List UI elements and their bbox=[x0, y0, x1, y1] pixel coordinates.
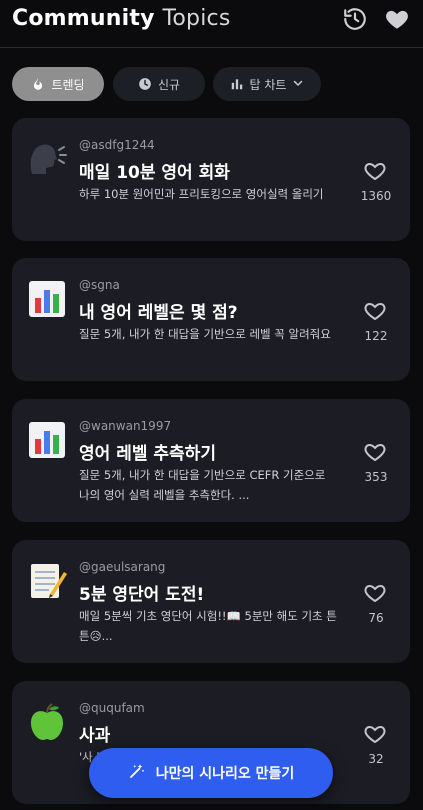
card-username[interactable]: @wanwan1997 bbox=[79, 419, 171, 433]
card-username[interactable]: @sgna bbox=[79, 278, 120, 292]
create-scenario-button[interactable]: 나만의 시나리오 만들기 bbox=[89, 748, 333, 798]
card-title: 5분 영단어 도전! bbox=[79, 585, 205, 605]
app-root: Community Topics 트렌딩 신규 탑 차트 @asdfg1244 … bbox=[0, 0, 423, 810]
filter-top-chart-label: 탑 차트 bbox=[249, 77, 287, 92]
heart-icon[interactable] bbox=[362, 722, 390, 748]
like-count: 76 bbox=[368, 611, 384, 625]
like-count: 122 bbox=[364, 329, 388, 343]
card-username[interactable]: @gaeulsarang bbox=[79, 560, 165, 574]
green-apple-icon bbox=[26, 701, 68, 743]
history-icon[interactable] bbox=[342, 6, 368, 32]
filter-new-label: 신규 bbox=[157, 77, 181, 92]
card-title: 영어 레벨 추측하기 bbox=[79, 444, 216, 464]
bar-chart-icon bbox=[230, 77, 244, 91]
bar-chart-icon bbox=[26, 278, 68, 320]
filter-top-chart-chip[interactable]: 탑 차트 bbox=[213, 67, 321, 101]
card-title: 매일 10분 영어 회화 bbox=[79, 163, 230, 183]
filter-new-chip[interactable]: 신규 bbox=[113, 67, 205, 101]
card-description: 질문 5개, 내가 한 대답을 기반으로 CEFR 기준으로 나의 영어 실력 … bbox=[79, 468, 326, 502]
card-description: 매일 5분씩 기초 영단어 시험!!📖 5분만 해도 기초 튼튼😥... bbox=[79, 609, 337, 643]
card-username[interactable]: @asdfg1244 bbox=[79, 138, 155, 152]
heart-icon[interactable] bbox=[362, 581, 390, 607]
topic-card[interactable]: @wanwan1997 영어 레벨 추측하기 질문 5개, 내가 한 대답을 기… bbox=[12, 399, 410, 522]
card-title: 사과 bbox=[79, 726, 111, 746]
magic-wand-icon bbox=[128, 762, 146, 784]
memo-icon bbox=[26, 560, 68, 602]
filter-trending-label: 트렌딩 bbox=[51, 77, 85, 92]
title-topics: Topics bbox=[162, 6, 231, 31]
heart-icon[interactable] bbox=[362, 299, 390, 325]
heart-icon[interactable] bbox=[362, 440, 390, 466]
topic-card[interactable]: @asdfg1244 매일 10분 영어 회화 하루 10분 원어민과 프리토킹… bbox=[12, 118, 410, 241]
heart-icon[interactable] bbox=[384, 6, 410, 32]
bar-chart-icon bbox=[26, 419, 68, 461]
chevron-down-icon bbox=[292, 77, 304, 92]
speaking-head-icon bbox=[26, 138, 68, 180]
like-count: 1360 bbox=[360, 189, 392, 203]
flame-icon bbox=[31, 77, 45, 91]
title-community: Community bbox=[12, 6, 155, 31]
heart-icon[interactable] bbox=[362, 159, 390, 185]
card-username[interactable]: @ququfam bbox=[79, 701, 145, 715]
like-count: 32 bbox=[368, 752, 384, 766]
card-description: 하루 10분 원어민과 프리토킹으로 영어실력 올리기 bbox=[79, 187, 324, 201]
header: Community Topics bbox=[0, 0, 423, 48]
card-title: 내 영어 레벨은 몇 점? bbox=[79, 303, 238, 323]
topic-card[interactable]: @sgna 내 영어 레벨은 몇 점? 질문 5개, 내가 한 대답을 기반으로… bbox=[12, 258, 410, 381]
topic-card[interactable]: @gaeulsarang 5분 영단어 도전! 매일 5분씩 기초 영단어 시험… bbox=[12, 540, 410, 663]
clock-icon bbox=[138, 77, 152, 91]
like-count: 353 bbox=[364, 470, 388, 484]
create-scenario-label: 나만의 시나리오 만들기 bbox=[155, 766, 295, 782]
card-description: 질문 5개, 내가 한 대답을 기반으로 레벨 꼭 알려줘요 bbox=[79, 327, 331, 341]
filter-trending-chip[interactable]: 트렌딩 bbox=[12, 67, 104, 101]
page-title: Community Topics bbox=[12, 6, 231, 31]
